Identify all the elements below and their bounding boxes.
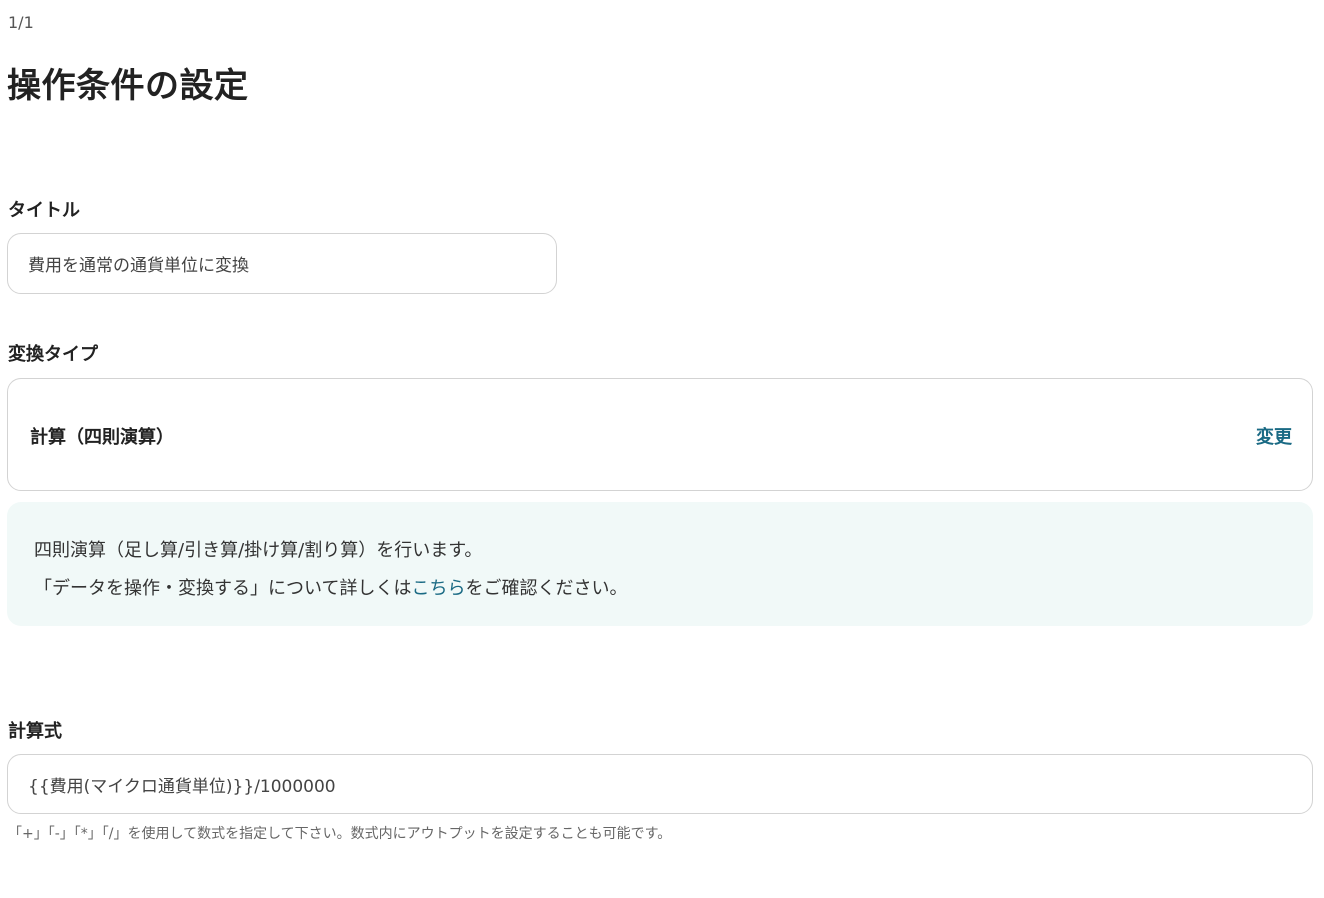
info-panel: 四則演算（足し算/引き算/掛け算/割り算）を行います。 「データを操作・変換する… (7, 502, 1313, 626)
operation-settings-page: 1/1 操作条件の設定 タイトル 変換タイプ 計算（四則演算） 変更 四則演算（… (0, 0, 1324, 898)
title-field-label: タイトル (8, 200, 80, 221)
details-link[interactable]: こちら (411, 578, 465, 599)
page-title: 操作条件の設定 (7, 66, 249, 106)
formula-help-text: 「+」「-」「*」「/」を使用して数式を指定して下さい。数式内にアウトプットを設… (8, 826, 672, 842)
info-description: 四則演算（足し算/引き算/掛け算/割り算）を行います。 (34, 540, 483, 561)
conversion-type-label: 変換タイプ (8, 344, 98, 365)
info-help-prefix: 「データを操作・変換する」について詳しくは (34, 578, 412, 599)
conversion-type-selector: 計算（四則演算） 変更 (7, 378, 1313, 491)
conversion-type-value: 計算（四則演算） (30, 427, 174, 448)
formula-field-label: 計算式 (8, 721, 62, 742)
step-counter: 1/1 (8, 13, 34, 32)
info-help-line: 「データを操作・変換する」について詳しくはこちらをご確認ください。 (34, 570, 1313, 608)
info-help-suffix: をご確認ください。 (465, 578, 628, 599)
title-input[interactable] (7, 233, 557, 294)
change-conversion-type-link[interactable]: 変更 (1256, 423, 1292, 449)
formula-input[interactable] (7, 754, 1313, 814)
